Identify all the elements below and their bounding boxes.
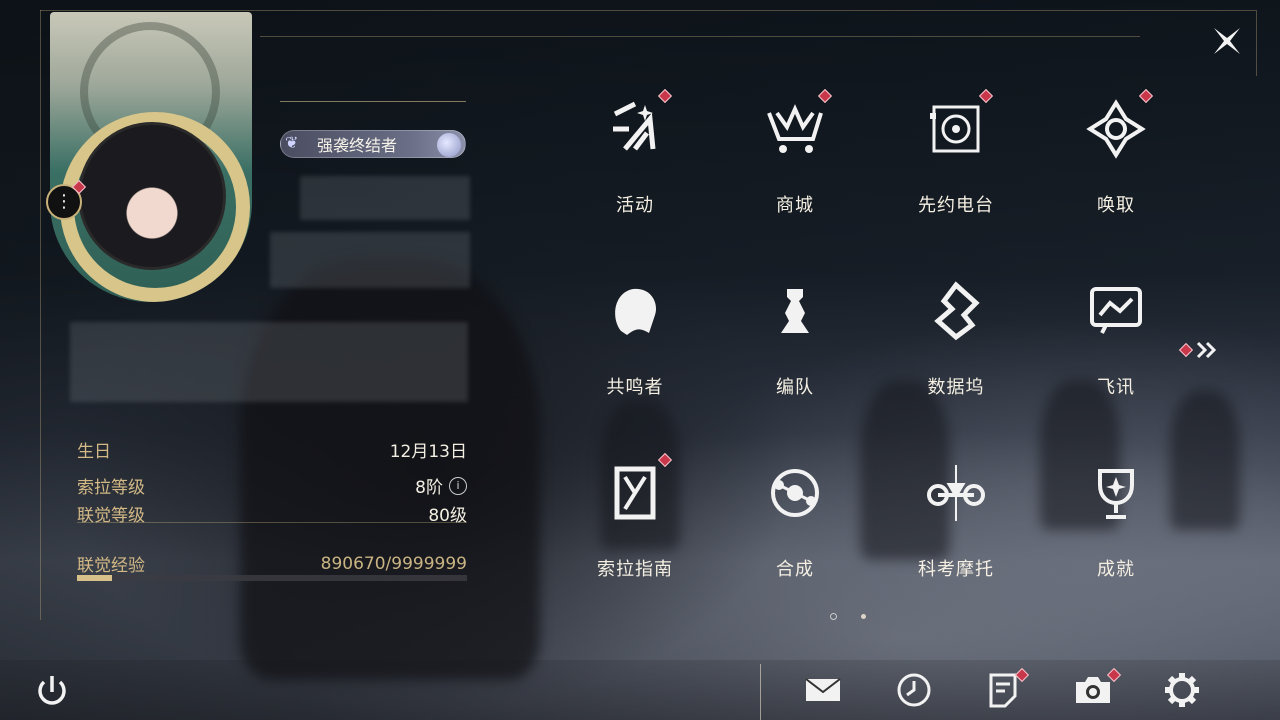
blurred-name-panel [70,322,468,402]
menu-item-label: 合成 [776,559,814,580]
bottom-divider [760,664,761,720]
data-dock-icon [934,281,980,341]
camera-button[interactable] [1073,667,1122,710]
stat-birthday: 生日 12月13日 [77,437,467,462]
menu-item-label: 商城 [776,195,814,216]
bead-icon [437,133,461,157]
trophy-icon [1098,469,1134,519]
menu-item-radio[interactable]: 先约电台 [881,83,1031,233]
title-badge-text: 强袭终结者 [317,136,398,155]
page-indicator-dot[interactable] [861,614,866,619]
menu-item-label: 科考摩托 [918,559,994,580]
menu-item-label: 成就 [1097,559,1135,580]
menu-item-label: 先约电台 [918,195,994,216]
exp-progress-fill [77,575,112,581]
menu-item-label: 编队 [776,377,814,398]
menu-item-trophy[interactable]: 成就 [1041,447,1191,597]
stat-label: 联觉等级 [77,506,145,526]
exp-progress-bar [77,575,467,581]
title-badge[interactable]: ❦ 强袭终结者 [280,130,466,158]
frame-left-line [40,10,41,620]
menu-item-event[interactable]: 活动 [560,83,710,233]
stat-value: 8阶 [415,478,443,498]
stat-value-wrap: 8阶 i [415,473,467,498]
convene-compass-icon [1086,99,1146,159]
blurred-signature [270,232,470,288]
power-button[interactable] [32,672,72,712]
mail-button[interactable] [803,670,843,710]
menu-item-team-chess[interactable]: 编队 [720,265,870,415]
menu-item-label: 活动 [616,195,654,216]
mail-icon [805,678,841,701]
menu-item-shop-cart[interactable]: 商城 [720,83,870,233]
stat-union-exp: 联觉经验 890670/9999999 [77,551,467,577]
synthesis-icon [771,469,819,517]
menu-item-convene-compass[interactable]: 唤取 [1041,83,1191,233]
event-icon [613,101,656,151]
stat-union-level: 联觉等级 80级 [77,501,467,526]
page-indicator-dot[interactable] [830,613,837,620]
clock-button[interactable] [894,670,934,710]
message-bubble-icon [1090,287,1142,334]
menu-item-label: 飞讯 [1097,377,1135,398]
menu-item-label: 索拉指南 [597,559,673,580]
dragon-icon: ❦ [285,133,299,152]
blurred-uid [300,176,470,220]
next-page-button[interactable] [1178,340,1219,360]
stat-label: 索拉等级 [77,478,145,498]
guide-book-icon [614,466,656,520]
menu-item-synthesis[interactable]: 合成 [720,447,870,597]
stat-sol-level: 索拉等级 8阶 i [77,473,467,498]
menu-item-message-bubble[interactable]: 飞讯 [1041,265,1191,415]
frame-inner-line [260,36,1140,37]
menu-item-data-dock[interactable]: 数据坞 [881,265,1031,415]
settings-button[interactable] [1162,670,1202,710]
team-chess-icon [781,289,809,333]
menu-item-guide-book[interactable]: 索拉指南 [560,447,710,597]
menu-item-resonator-head[interactable]: 共鸣者 [560,265,710,415]
next-page-notification-dot [1178,342,1194,358]
radio-icon [930,105,980,153]
menu-item-motorbike[interactable]: 科考摩托 [881,447,1031,597]
motorbike-icon [927,465,985,521]
stat-label: 联觉经验 [77,556,145,576]
menu-item-label: 唤取 [1097,195,1135,216]
name-underline [280,101,466,102]
frame-right-line [1256,10,1257,76]
close-button[interactable] [1210,24,1244,58]
stat-value: 890670/9999999 [320,553,467,574]
power-icon [38,676,66,705]
double-chevron-right-icon [1196,341,1217,359]
avatar[interactable] [78,122,226,270]
more-dots-icon: ⋮ [55,191,73,212]
shop-cart-icon [767,104,823,153]
clock-icon [897,673,931,707]
resonator-head-icon [615,288,657,335]
close-icon [1214,28,1240,54]
settings-gear-icon [1165,673,1199,707]
menu-item-label: 共鸣者 [606,377,664,398]
stat-value: 80级 [428,506,467,526]
stat-label: 生日 [77,442,111,462]
info-icon[interactable]: i [449,476,467,495]
notes-button[interactable] [983,667,1030,710]
frame-top-line [40,10,1256,11]
menu-item-label: 数据坞 [927,377,985,398]
stat-value: 12月13日 [389,442,467,462]
